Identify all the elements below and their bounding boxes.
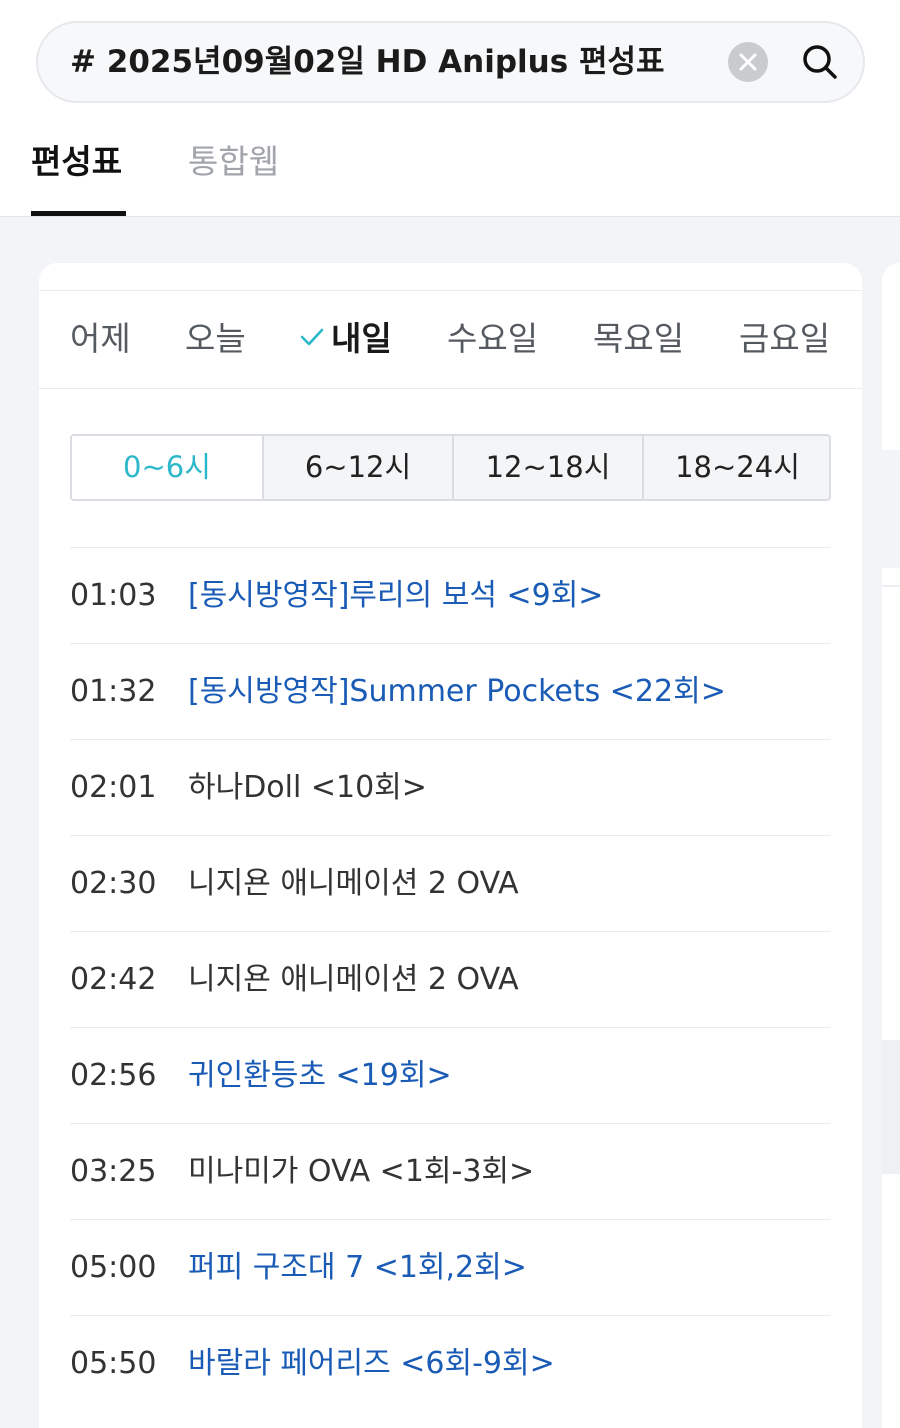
day-tab-today[interactable]: 오늘 bbox=[185, 317, 246, 361]
schedule-row: 02:30 니지욘 애니메이션 2 OVA bbox=[70, 835, 831, 931]
schedule-time: 02:56 bbox=[70, 1058, 157, 1093]
tab-integrated-web[interactable]: 통합웹 bbox=[188, 138, 279, 186]
header: # 2025년09월02일 HD Aniplus 편성표 편성표 통합웹 bbox=[0, 0, 900, 217]
schedule-time: 05:00 bbox=[70, 1250, 157, 1285]
day-tab-friday[interactable]: 금요일 bbox=[739, 317, 830, 361]
schedule-row: 05:00 퍼피 구조대 7 <1회,2회> bbox=[70, 1219, 831, 1315]
search-bar[interactable]: # 2025년09월02일 HD Aniplus 편성표 bbox=[36, 21, 865, 103]
next-card-peek bbox=[882, 263, 900, 1428]
close-circle-icon[interactable] bbox=[728, 42, 768, 82]
time-range-0-6[interactable]: 0~6시 bbox=[72, 436, 262, 499]
program-title-link[interactable]: 퍼피 구조대 7 <1회,2회> bbox=[188, 1220, 527, 1315]
program-title-link[interactable]: [동시방영작]Summer Pockets <22회> bbox=[188, 644, 726, 739]
active-tab-indicator bbox=[31, 211, 126, 216]
magnifier-icon[interactable] bbox=[798, 40, 842, 84]
day-tab-yesterday[interactable]: 어제 bbox=[70, 317, 131, 361]
schedule-time: 02:01 bbox=[70, 770, 157, 805]
time-range-6-12[interactable]: 6~12시 bbox=[262, 436, 452, 499]
schedule-time: 02:30 bbox=[70, 866, 157, 901]
time-range-selector: 0~6시 6~12시 12~18시 18~24시 bbox=[70, 434, 831, 501]
schedule-row: 01:03 [동시방영작]루리의 보석 <9회> bbox=[70, 547, 831, 643]
schedule-row: 02:42 니지욘 애니메이션 2 OVA bbox=[70, 931, 831, 1027]
schedule-time: 01:03 bbox=[70, 578, 157, 613]
schedule-time: 02:42 bbox=[70, 962, 157, 997]
time-range-12-18[interactable]: 12~18시 bbox=[452, 436, 642, 499]
peek-divider bbox=[882, 1040, 900, 1174]
tab-schedule[interactable]: 편성표 bbox=[31, 138, 122, 186]
schedule-row: 05:50 바랄라 페어리즈 <6회-9회> bbox=[70, 1315, 831, 1411]
time-range-18-24[interactable]: 18~24시 bbox=[642, 436, 829, 499]
day-tab-tomorrow[interactable]: 내일 bbox=[297, 317, 392, 361]
schedule-row: 02:56 귀인환등초 <19회> bbox=[70, 1027, 831, 1123]
day-tab-thursday[interactable]: 목요일 bbox=[593, 317, 684, 361]
schedule-time: 05:50 bbox=[70, 1346, 157, 1381]
schedule-time: 03:25 bbox=[70, 1154, 157, 1189]
program-title: 니지욘 애니메이션 2 OVA bbox=[188, 962, 519, 997]
program-title: 미나미가 OVA <1회-3회> bbox=[188, 1154, 535, 1189]
program-title-link[interactable]: 귀인환등초 <19회> bbox=[188, 1028, 452, 1123]
search-query[interactable]: # 2025년09월02일 HD Aniplus 편성표 bbox=[70, 23, 700, 101]
program-title: 니지욘 애니메이션 2 OVA bbox=[188, 866, 519, 901]
schedule-row: 03:25 미나미가 OVA <1회-3회> bbox=[70, 1123, 831, 1219]
program-title-link[interactable]: [동시방영작]루리의 보석 <9회> bbox=[188, 548, 603, 643]
schedule-time: 01:32 bbox=[70, 674, 157, 709]
peek-divider bbox=[882, 450, 900, 568]
program-title-link[interactable]: 바랄라 페어리즈 <6회-9회> bbox=[188, 1316, 555, 1411]
peek-divider bbox=[882, 585, 900, 587]
schedule-list: 01:03 [동시방영작]루리의 보석 <9회> 01:32 [동시방영작]Su… bbox=[70, 547, 831, 1411]
day-tab-label: 내일 bbox=[331, 319, 392, 358]
check-icon bbox=[300, 328, 324, 346]
schedule-row: 01:32 [동시방영작]Summer Pockets <22회> bbox=[70, 643, 831, 739]
day-selector: 어제 오늘 내일 수요일 목요일 금요일 bbox=[39, 290, 862, 389]
program-title: 하나Doll <10회> bbox=[188, 770, 427, 805]
day-tab-wednesday[interactable]: 수요일 bbox=[447, 317, 538, 361]
schedule-row: 02:01 하나Doll <10회> bbox=[70, 739, 831, 835]
